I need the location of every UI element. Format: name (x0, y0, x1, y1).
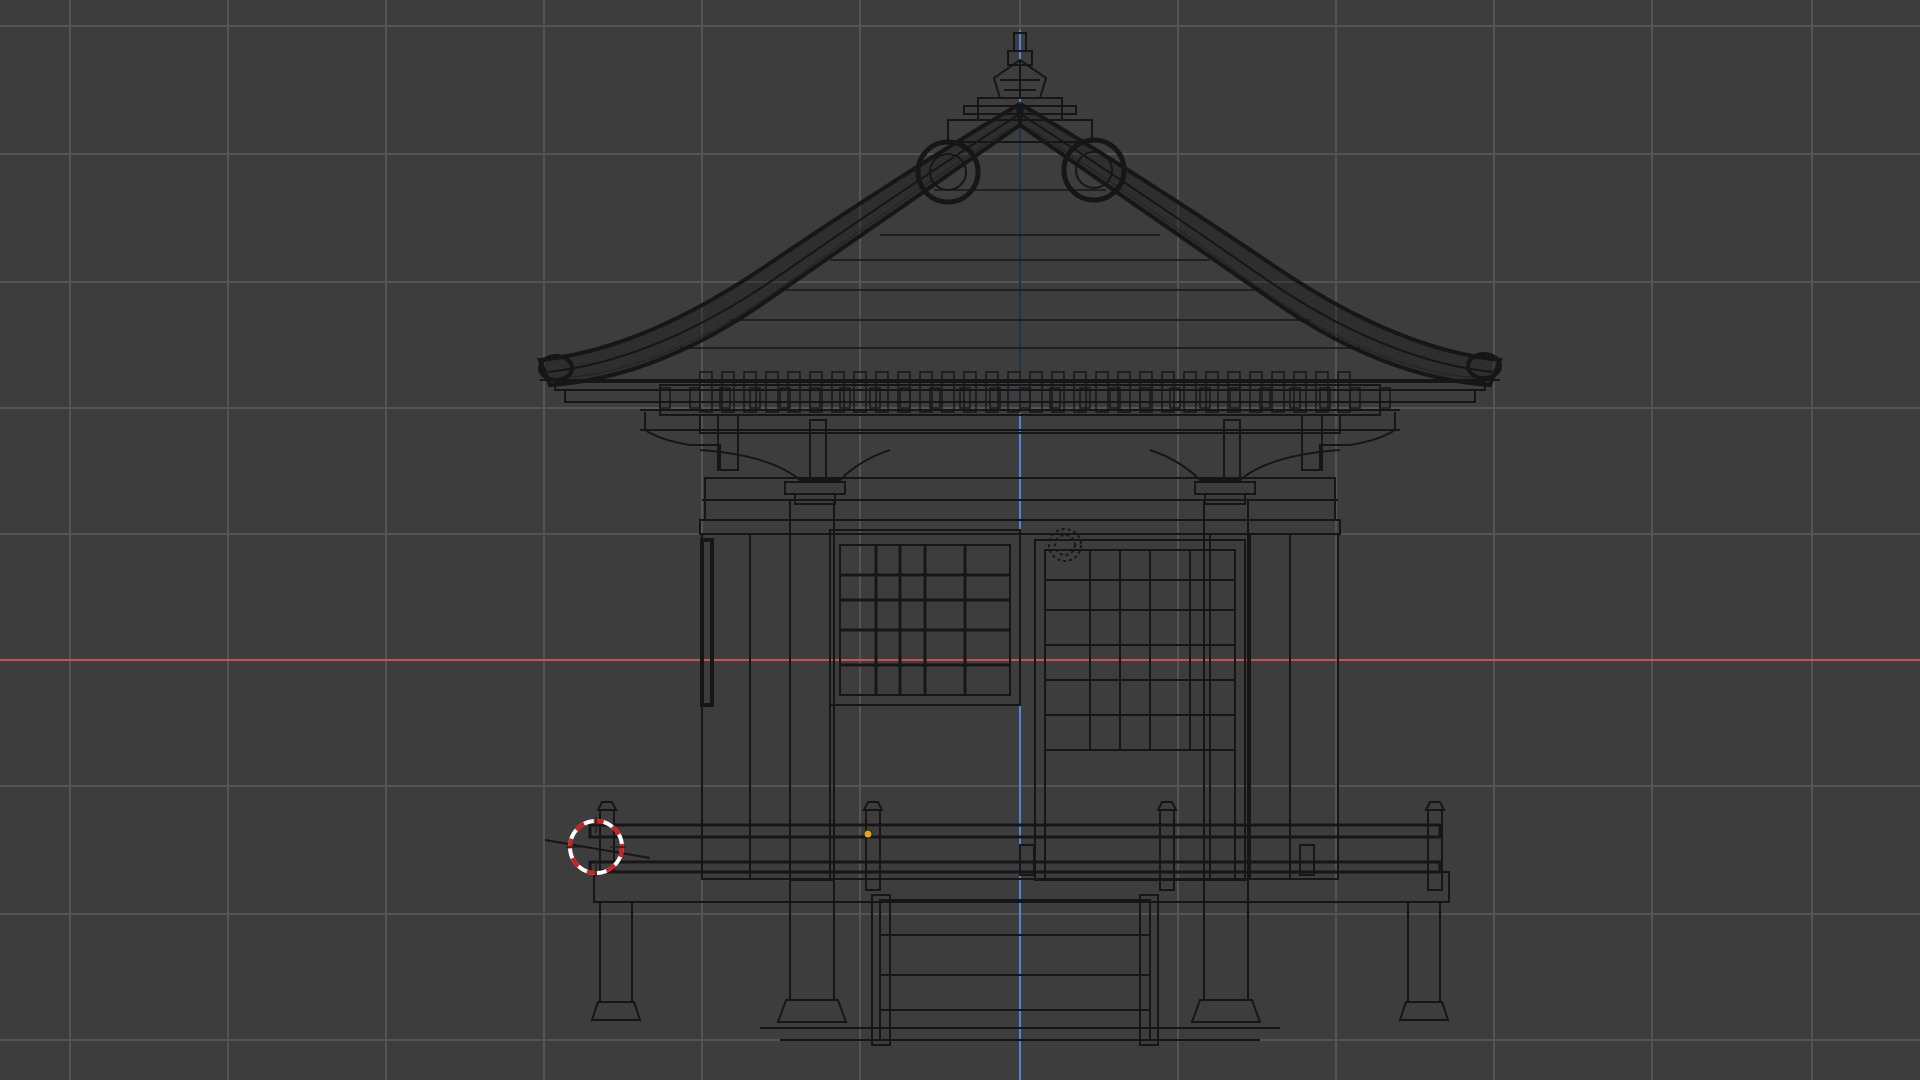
rafter-end (875, 371, 889, 413)
rafter-end (1095, 371, 1109, 413)
rafter-end (1007, 371, 1021, 413)
left-lattice-window (829, 529, 1021, 706)
rafter-end (985, 371, 999, 413)
rafter-end (1337, 371, 1351, 413)
rafter-end (1161, 371, 1175, 413)
rafter-end (941, 371, 955, 413)
rafter-end (1183, 371, 1197, 413)
roof-framing (680, 125, 1360, 380)
rafter-end (1051, 371, 1065, 413)
rafter-end (1271, 371, 1285, 413)
rafter-end (721, 371, 735, 413)
right-lattice-door (1034, 528, 1246, 881)
rafter-end (1205, 371, 1219, 413)
rafter-end (831, 371, 845, 413)
3d-viewport[interactable] (0, 0, 1920, 1080)
rafter-end (1315, 371, 1329, 413)
rafter-ends (659, 371, 1391, 413)
veranda-railing (544, 801, 1450, 903)
rafter-end (1029, 371, 1043, 413)
roof-right-curve (1017, 101, 1503, 388)
rafter-end (765, 371, 779, 413)
roof-left-curve (537, 101, 1023, 388)
object-origin-dot[interactable] (863, 829, 873, 839)
